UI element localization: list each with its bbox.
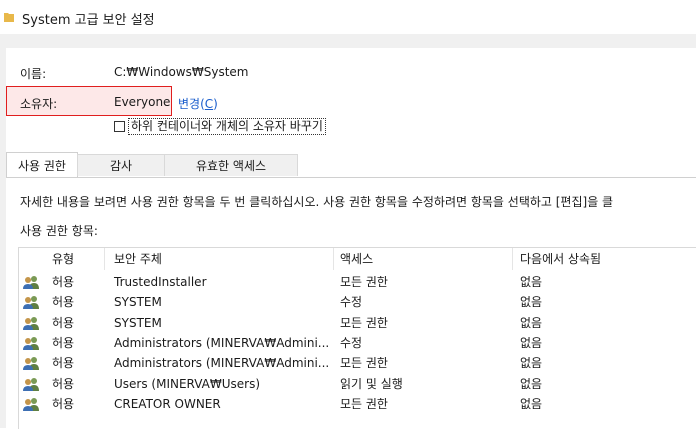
row-inherited-from: 없음 xyxy=(520,275,543,289)
change-owner-hotkey: C xyxy=(204,97,214,111)
row-principal: Administrators (MINERVA₩Admini... xyxy=(114,335,330,350)
row-type: 허용 xyxy=(52,335,75,350)
row-type: 허용 xyxy=(52,295,75,310)
table-row[interactable]: 허용 TrustedInstaller 모든 권한 없음 xyxy=(19,272,696,292)
title-bar: System 고급 보안 설정 xyxy=(0,0,696,34)
row-type: 허용 xyxy=(52,275,75,289)
tab-permissions[interactable]: 사용 권한 xyxy=(6,152,78,178)
name-value: C:₩Windows₩System xyxy=(114,65,249,79)
row-type: 허용 xyxy=(52,376,75,391)
user-group-icon xyxy=(23,377,39,391)
user-group-icon xyxy=(23,296,39,310)
tab-effective-access-label: 유효한 액세스 xyxy=(195,159,267,173)
row-principal: Administrators (MINERVA₩Admini... xyxy=(114,356,330,371)
table-row[interactable]: 허용 Administrators (MINERVA₩Admini... 모든 권한… xyxy=(19,353,696,373)
column-header-principal[interactable]: 보안 주체 xyxy=(114,248,162,270)
tab-auditing[interactable]: 감사 xyxy=(77,154,165,176)
change-owner-link[interactable]: 변경(C) xyxy=(178,95,218,112)
table-row[interactable]: 허용 SYSTEM 모든 권한 없음 xyxy=(19,313,696,333)
row-access: 모든 권한 xyxy=(340,315,388,330)
table-row[interactable]: 허용 Administrators (MINERVA₩Admini... 수정 없음 xyxy=(19,333,696,353)
table-row[interactable]: 허용 CREATOR OWNER 모든 권한 없음 xyxy=(19,394,696,414)
owner-value: Everyone xyxy=(114,95,171,109)
change-owner-tail: ) xyxy=(213,97,218,111)
row-principal: TrustedInstaller xyxy=(114,275,207,289)
instructions-text: 자세한 내용을 보려면 사용 권한 항목을 두 번 클릭하십시오. 사용 권한 … xyxy=(20,195,614,209)
row-type: 허용 xyxy=(52,356,75,371)
row-access: 수정 xyxy=(340,335,363,350)
user-group-icon xyxy=(23,336,39,350)
tab-effective-access[interactable]: 유효한 액세스 xyxy=(164,154,298,176)
row-inherited-from: 없음 xyxy=(520,356,543,371)
owner-label: 소유자: xyxy=(20,97,58,111)
table-row[interactable]: 허용 SYSTEM 수정 없음 xyxy=(19,292,696,312)
row-principal: SYSTEM xyxy=(114,295,162,310)
row-access: 모든 권한 xyxy=(340,356,388,371)
row-type: 허용 xyxy=(52,315,75,330)
user-group-icon xyxy=(23,397,39,411)
row-access: 모든 권한 xyxy=(340,275,388,289)
row-access: 수정 xyxy=(340,295,363,310)
table-row[interactable]: 허용 Users (MINERVA₩Users) 읽기 및 실행 없음 xyxy=(19,374,696,394)
row-principal: CREATOR OWNER xyxy=(114,396,221,411)
user-group-icon xyxy=(23,276,39,289)
tab-permissions-label: 사용 권한 xyxy=(18,159,66,173)
row-access: 읽기 및 실행 xyxy=(340,376,403,391)
replace-owner-checkbox[interactable] xyxy=(114,121,125,132)
user-group-icon xyxy=(23,316,39,330)
row-inherited-from: 없음 xyxy=(520,315,543,330)
name-label: 이름: xyxy=(20,67,47,81)
row-inherited-from: 없음 xyxy=(520,376,543,391)
row-inherited-from: 없음 xyxy=(520,335,543,350)
replace-owner-checkbox-label[interactable]: 하위 컨테이너와 개체의 소유자 바꾸기 xyxy=(128,118,326,135)
row-inherited-from: 없음 xyxy=(520,295,543,310)
column-header-type[interactable]: 유형 xyxy=(52,248,74,270)
column-header-access[interactable]: 액세스 xyxy=(340,248,373,270)
row-principal: SYSTEM xyxy=(114,315,162,330)
column-divider[interactable] xyxy=(333,248,334,270)
window-title: System 고급 보안 설정 xyxy=(22,13,155,28)
column-header-inherited-from[interactable]: 다음에서 상속됨 xyxy=(520,248,601,270)
entries-label: 사용 권한 항목: xyxy=(20,224,98,238)
row-principal: Users (MINERVA₩Users) xyxy=(114,376,261,391)
tab-auditing-label: 감사 xyxy=(109,159,133,173)
row-type: 허용 xyxy=(52,396,75,411)
user-group-icon xyxy=(23,357,39,371)
column-divider[interactable] xyxy=(104,248,105,270)
row-inherited-from: 없음 xyxy=(520,396,543,411)
change-owner-label: 변경( xyxy=(178,97,205,111)
column-divider[interactable] xyxy=(512,248,513,270)
folder-icon xyxy=(4,13,14,22)
row-access: 모든 권한 xyxy=(340,396,388,411)
